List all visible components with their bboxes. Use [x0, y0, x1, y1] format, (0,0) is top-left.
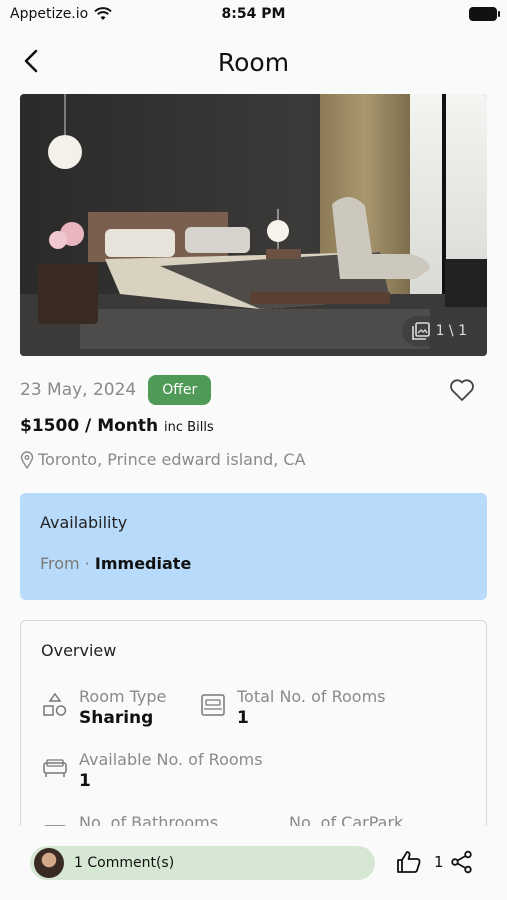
location-pin-icon — [20, 450, 34, 469]
overview-heading: Overview — [41, 641, 117, 660]
room-photo[interactable]: 1 \ 1 — [20, 94, 487, 356]
availability-card: Availability From · Immediate — [20, 493, 487, 600]
comments-label: 1 Comment(s) — [74, 855, 175, 871]
image-counter-label: 1 \ 1 — [435, 323, 467, 339]
bed-icon — [201, 694, 225, 716]
back-button[interactable] — [16, 46, 46, 76]
availability-value: Immediate — [94, 554, 192, 573]
feature-room-type: Room Type Sharing — [41, 687, 166, 728]
gallery-icon — [411, 322, 430, 340]
wifi-icon — [94, 7, 112, 20]
app-header: Room — [0, 40, 507, 84]
price-suffix: inc Bills — [164, 420, 214, 435]
overview-card: Overview Room Type Sharing Total No. of … — [20, 620, 487, 860]
feature-label: Room Type — [79, 687, 167, 706]
price-value: $1500 / Month — [20, 416, 159, 436]
feature-value: Sharing — [79, 708, 154, 728]
image-counter: 1 \ 1 — [401, 316, 477, 346]
heart-icon — [450, 379, 474, 401]
offer-badge: Offer — [148, 375, 212, 405]
feature-value: 1 — [79, 771, 91, 791]
battery-icon — [469, 7, 500, 21]
thumbs-up-icon — [397, 851, 421, 873]
share-button[interactable] — [450, 850, 474, 878]
bed-icon — [43, 759, 67, 777]
listing-meta: 23 May, 2024 Offer — [20, 372, 487, 408]
status-bar: Appetize.io 8:54 PM — [0, 0, 507, 28]
feature-label: Available No. of Rooms — [79, 750, 263, 769]
feature-label: Total No. of Rooms — [237, 687, 386, 706]
avatar — [34, 848, 64, 878]
like-button[interactable]: 1 — [396, 850, 444, 874]
favorite-button[interactable] — [447, 375, 477, 405]
comments-button[interactable]: 1 Comment(s) — [30, 846, 375, 880]
shapes-icon — [43, 692, 67, 716]
bottom-bar: 1 Comment(s) 1 — [0, 826, 507, 900]
price: $1500 / Month inc Bills — [20, 416, 214, 436]
listing-date: 23 May, 2024 — [20, 380, 137, 400]
location-text: Toronto, Prince edward island, CA — [38, 450, 306, 469]
like-count: 1 — [434, 853, 444, 871]
availability-row: From · Immediate — [40, 554, 467, 573]
share-icon — [451, 850, 472, 874]
feature-total-rooms: Total No. of Rooms 1 — [199, 687, 386, 728]
availability-heading: Availability — [40, 513, 128, 532]
location: Toronto, Prince edward island, CA — [20, 450, 306, 469]
carrier: Appetize.io — [10, 6, 112, 22]
availability-from-label: From · — [40, 554, 90, 573]
feature-value: 1 — [237, 708, 249, 728]
feature-available-rooms: Available No. of Rooms 1 — [41, 750, 263, 791]
chevron-left-icon — [24, 49, 38, 73]
page-title: Room — [217, 47, 290, 77]
carrier-label: Appetize.io — [10, 6, 89, 22]
